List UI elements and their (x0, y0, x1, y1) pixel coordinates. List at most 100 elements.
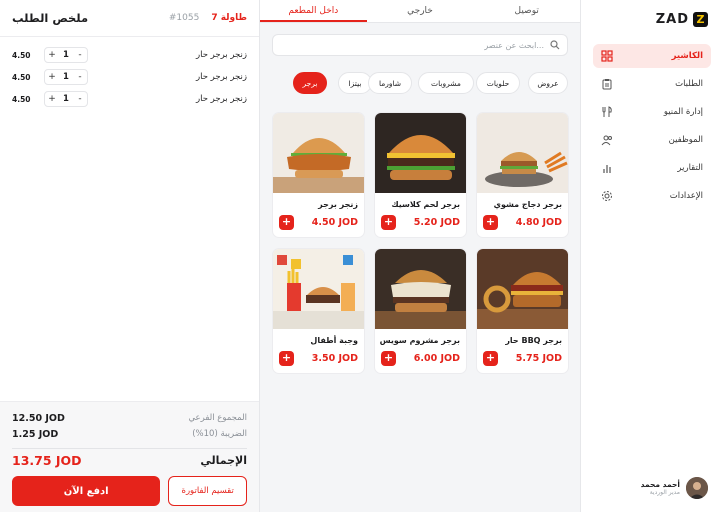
line-price: 4.50 (12, 72, 31, 82)
product-price: 5.20 JOD (413, 217, 460, 228)
line-price: 4.50 (12, 50, 31, 60)
order-number: #1055 (168, 13, 200, 23)
sidebar-item-label: الطلبات (675, 79, 703, 89)
total-row: 13.75 JOD الإجمالي (12, 448, 247, 472)
product-name: زنجر برجر (318, 200, 358, 209)
totals-section: 12.50 JOD المجموع الفرعي 1.25 JOD الضريب… (0, 401, 259, 512)
sidebar: ZAD Z الكاشير الطلبات إدارة المنيو الموظ… (580, 0, 720, 512)
user-profile[interactable]: أحمد محمد مدير الوردية (641, 477, 708, 499)
sidebar-item-label: الموظفين (668, 135, 703, 145)
decrement-button[interactable]: - (73, 94, 87, 104)
split-bill-button[interactable]: تقسيم الفاتورة (168, 476, 247, 506)
product-card[interactable]: برجر دجاج مشوي 4.80 JOD + (476, 112, 569, 238)
add-to-order-button[interactable]: + (279, 351, 294, 366)
product-card[interactable]: برجر لحم كلاسيك 5.20 JOD + (374, 112, 467, 238)
quantity-value: 1 (63, 72, 69, 82)
tab-dine-in[interactable]: داخل المطعم (260, 0, 367, 22)
product-price: 3.50 JOD (311, 353, 358, 364)
bar-chart-icon (603, 165, 611, 173)
order-line-item: 4.50 + 1 - زنجر برجر حار (12, 90, 247, 108)
clipboard-icon (602, 79, 612, 90)
product-price: 6.00 JOD (413, 353, 460, 364)
category-chip-shawarma[interactable]: شاورما (368, 72, 412, 94)
subtotal-row: 12.50 JOD المجموع الفرعي (12, 410, 247, 426)
line-name: زنجر برجر حار (196, 94, 247, 104)
user-role: مدير الوردية (649, 489, 680, 496)
product-card[interactable]: زنجر برجر 4.50 JOD + (272, 112, 365, 238)
bbq-burger-image (477, 249, 568, 329)
mushroom-swiss-burger-image (375, 249, 466, 329)
brand-mark-icon: Z (693, 12, 708, 27)
quantity-stepper: + 1 - (44, 47, 88, 63)
category-chip-pizza[interactable]: بيتزا (338, 72, 372, 94)
increment-button[interactable]: + (45, 94, 59, 104)
avatar (686, 477, 708, 499)
order-type-tabs: داخل المطعم خارجي توصيل (260, 0, 580, 23)
product-name: برجر لحم كلاسيك (391, 200, 460, 209)
add-to-order-button[interactable]: + (483, 215, 498, 230)
add-to-order-button[interactable]: + (381, 351, 396, 366)
add-to-order-button[interactable]: + (279, 215, 294, 230)
total-value: 13.75 JOD (12, 453, 82, 468)
sidebar-item-label: إدارة المنيو (663, 107, 703, 117)
classic-beef-burger-image (375, 113, 466, 193)
line-price: 4.50 (12, 94, 31, 104)
order-header: طاولة 7 #1055 ملخص الطلب (0, 0, 259, 37)
sidebar-item-orders[interactable]: الطلبات (593, 72, 711, 96)
category-chip-desserts[interactable]: حلويات (476, 72, 520, 94)
decrement-button[interactable]: - (73, 72, 87, 82)
menu-panel: داخل المطعم خارجي توصيل ابحث عن عنصر... … (260, 0, 580, 512)
subtotal-value: 12.50 JOD (12, 412, 65, 424)
kids-meal-image (273, 249, 364, 329)
tax-label: الضريبة (10%) (192, 429, 247, 439)
add-to-order-button[interactable]: + (483, 351, 498, 366)
category-filter: برجر بيتزا شاورما مشروبات حلويات عروض (272, 72, 568, 94)
product-price: 4.80 JOD (515, 217, 562, 228)
increment-button[interactable]: + (45, 50, 59, 60)
brand-name: ZAD (655, 12, 689, 27)
quantity-stepper: + 1 - (44, 69, 88, 85)
sidebar-item-reports[interactable]: التقارير (593, 156, 711, 180)
order-line-item: 4.50 + 1 - زنجر برجر حار (12, 68, 247, 86)
zinger-burger-image (273, 113, 364, 193)
increment-button[interactable]: + (45, 72, 59, 82)
product-name: برجر دجاج مشوي (493, 200, 562, 209)
search-placeholder: ابحث عن عنصر... (484, 40, 544, 50)
gear-icon (602, 191, 612, 201)
tax-row: 1.25 JOD الضريبة (10%) (12, 426, 247, 442)
brand-logo: ZAD Z (656, 12, 708, 27)
utensils-icon (602, 106, 612, 117)
product-card[interactable]: برجر مشروم سويس 6.00 JOD + (374, 248, 467, 374)
order-title: ملخص الطلب (12, 11, 89, 25)
product-card[interactable]: برجر BBQ حار 5.75 JOD + (476, 248, 569, 374)
sidebar-item-label: الكاشير (671, 51, 703, 61)
pay-now-button[interactable]: ادفع الآن (12, 476, 161, 506)
grilled-chicken-burger-image (477, 113, 568, 193)
add-to-order-button[interactable]: + (381, 215, 396, 230)
sidebar-item-label: الإعدادات (669, 191, 703, 201)
search-input[interactable]: ابحث عن عنصر... (272, 34, 568, 56)
tax-value: 1.25 JOD (12, 428, 59, 440)
product-price: 5.75 JOD (515, 353, 562, 364)
quantity-value: 1 (63, 50, 69, 60)
line-name: زنجر برجر حار (196, 72, 247, 82)
category-chip-drinks[interactable]: مشروبات (418, 72, 474, 94)
sidebar-item-settings[interactable]: الإعدادات (593, 184, 711, 208)
product-name: وجبة أطفال (310, 336, 358, 345)
sidebar-item-cashier[interactable]: الكاشير (593, 44, 711, 68)
user-name: أحمد محمد (640, 480, 680, 489)
tab-delivery[interactable]: توصيل (473, 0, 580, 22)
category-chip-offers[interactable]: عروض (528, 72, 568, 94)
decrement-button[interactable]: - (73, 50, 87, 60)
product-name: برجر BBQ حار (505, 336, 562, 345)
order-summary-panel: طاولة 7 #1055 ملخص الطلب 4.50 + 1 - زنجر… (0, 0, 260, 512)
sidebar-item-staff[interactable]: الموظفين (593, 128, 711, 152)
tab-takeaway[interactable]: خارجي (367, 0, 474, 22)
users-icon (601, 135, 612, 146)
sidebar-item-menu-management[interactable]: إدارة المنيو (593, 100, 711, 124)
product-card[interactable]: وجبة أطفال 3.50 JOD + (272, 248, 365, 374)
product-name: برجر مشروم سويس (379, 336, 460, 345)
table-label: طاولة 7 (211, 13, 247, 23)
total-label: الإجمالي (200, 454, 247, 467)
category-chip-burger[interactable]: برجر (293, 72, 327, 94)
